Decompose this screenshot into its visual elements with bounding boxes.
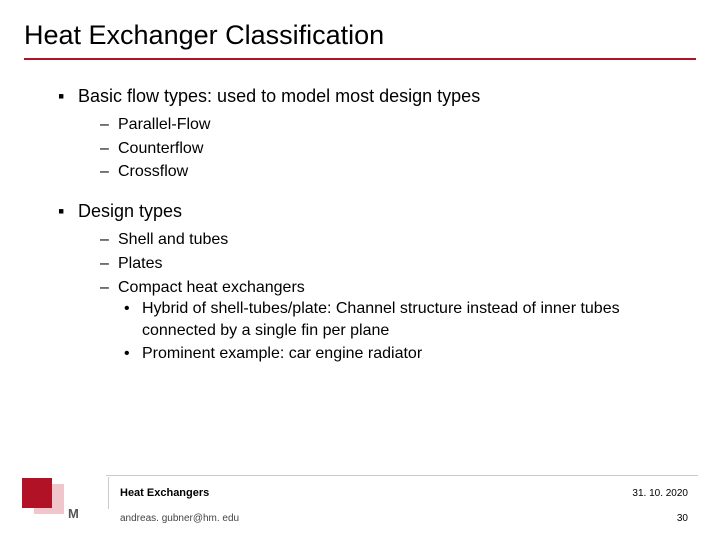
logo: M bbox=[22, 478, 80, 528]
footer-email: andreas. gubner@hm. edu bbox=[120, 513, 239, 524]
bullet-text: Design types bbox=[78, 201, 182, 221]
bullet-design-types: ▪Design types bbox=[58, 199, 688, 223]
item-text: Compact heat exchangers bbox=[118, 279, 305, 296]
dash-icon: – bbox=[100, 138, 118, 160]
title-underline bbox=[24, 58, 696, 60]
logo-letter: M bbox=[68, 506, 79, 521]
footer-vertical-divider bbox=[108, 477, 109, 509]
list-item: –Shell and tubes bbox=[100, 229, 688, 251]
footer-page-number: 30 bbox=[677, 513, 688, 524]
footer-date: 31. 10. 2020 bbox=[632, 488, 688, 499]
content-area: ▪Basic flow types: used to model most de… bbox=[58, 84, 688, 367]
logo-square-front-icon bbox=[22, 478, 52, 508]
list-item: –Compact heat exchangers Hybrid of shell… bbox=[100, 277, 688, 365]
bullet-text: Basic flow types: used to model most des… bbox=[78, 86, 480, 106]
slide-title: Heat Exchanger Classification bbox=[24, 20, 384, 51]
item-text: Plates bbox=[118, 255, 162, 272]
item-text: Crossflow bbox=[118, 163, 188, 180]
bullet-basic-flow: ▪Basic flow types: used to model most de… bbox=[58, 84, 688, 108]
list-item: Prominent example: car engine radiator bbox=[124, 343, 688, 365]
dash-icon: – bbox=[100, 114, 118, 136]
dash-icon: – bbox=[100, 161, 118, 183]
list-item: –Plates bbox=[100, 253, 688, 275]
list-item: –Counterflow bbox=[100, 138, 688, 160]
dash-icon: – bbox=[100, 229, 118, 251]
item-text: Counterflow bbox=[118, 140, 203, 157]
dash-icon: – bbox=[100, 253, 118, 275]
item-text: Prominent example: car engine radiator bbox=[142, 345, 422, 362]
sublist-basic-flow: –Parallel-Flow –Counterflow –Crossflow bbox=[100, 114, 688, 183]
sublist-compact: Hybrid of shell-tubes/plate: Channel str… bbox=[124, 298, 688, 365]
item-text: Parallel-Flow bbox=[118, 116, 210, 133]
list-item: –Crossflow bbox=[100, 161, 688, 183]
footer-subject: Heat Exchangers bbox=[120, 487, 209, 499]
sublist-design-types: –Shell and tubes –Plates –Compact heat e… bbox=[100, 229, 688, 365]
square-bullet-icon: ▪ bbox=[58, 199, 78, 223]
footer-divider bbox=[106, 475, 698, 476]
slide: Heat Exchanger Classification ▪Basic flo… bbox=[0, 0, 720, 540]
square-bullet-icon: ▪ bbox=[58, 84, 78, 108]
list-item: Hybrid of shell-tubes/plate: Channel str… bbox=[124, 298, 688, 341]
item-text: Shell and tubes bbox=[118, 231, 228, 248]
list-item: –Parallel-Flow bbox=[100, 114, 688, 136]
item-text: Hybrid of shell-tubes/plate: Channel str… bbox=[142, 300, 620, 339]
dash-icon: – bbox=[100, 277, 118, 299]
